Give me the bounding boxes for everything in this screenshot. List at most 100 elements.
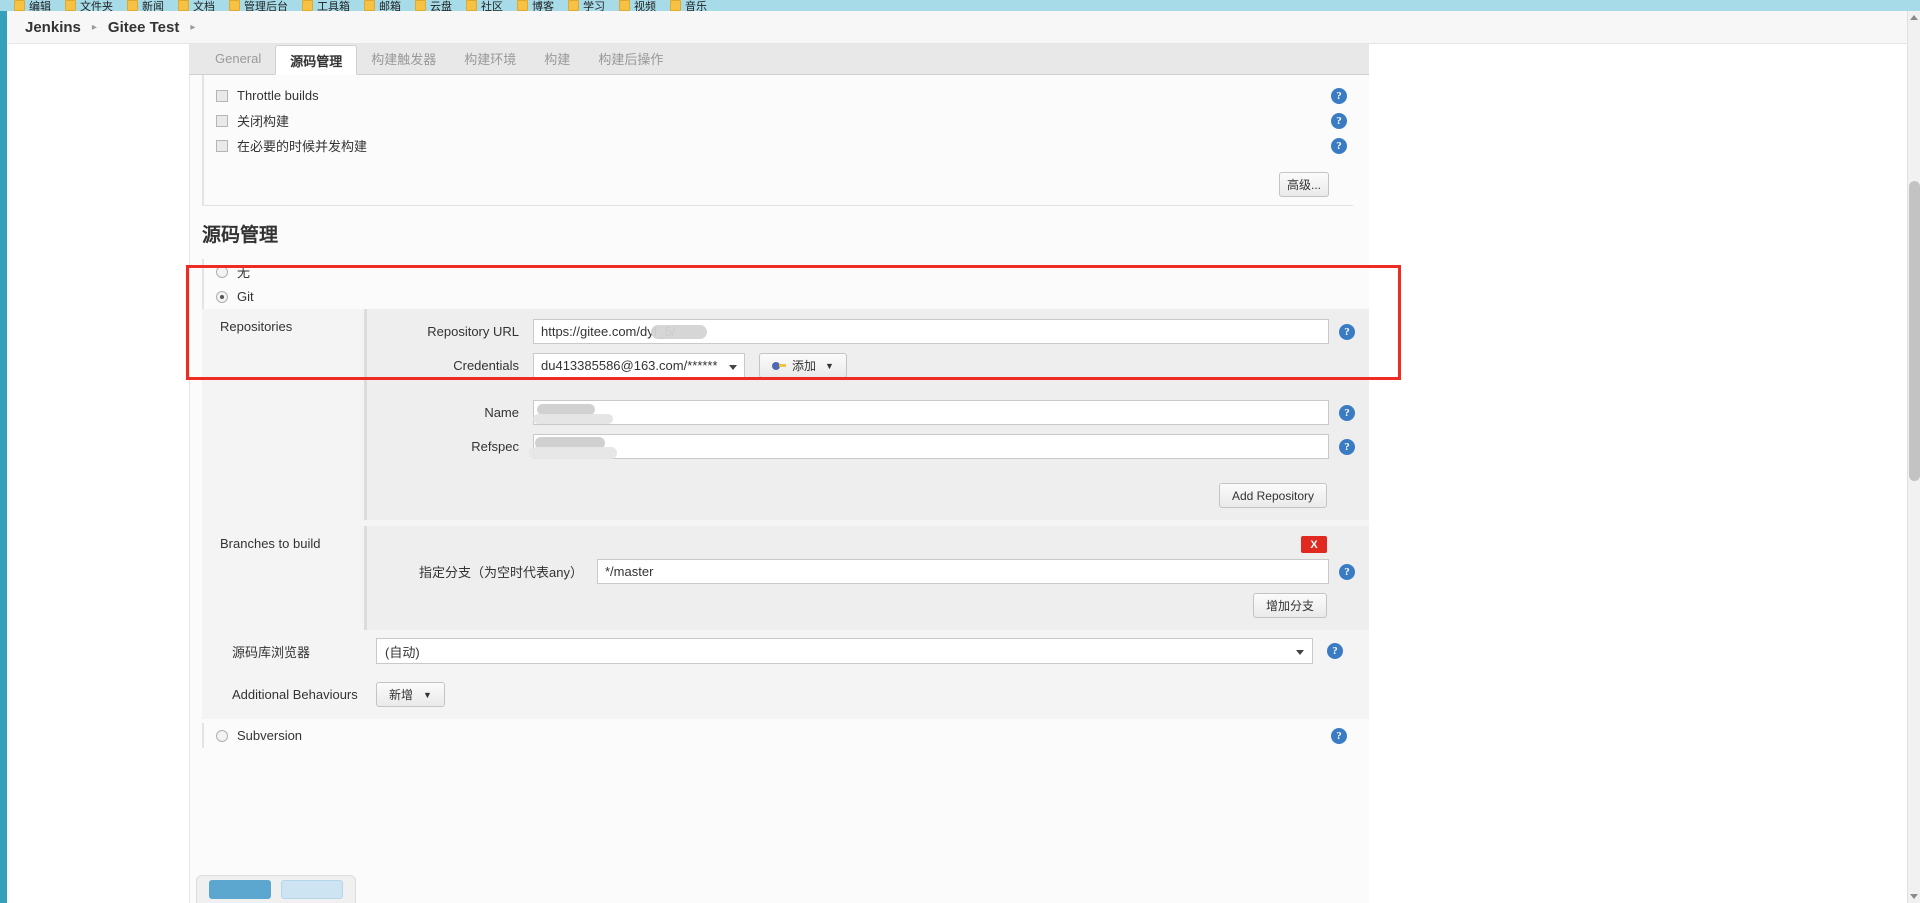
add-repository-button[interactable]: Add Repository — [1218, 483, 1327, 508]
radio-row-subversion[interactable]: Subversion ? — [204, 723, 1369, 748]
tab-source-code-management[interactable]: 源码管理 — [275, 45, 358, 75]
name-row: Name ? — [381, 400, 1355, 425]
scm-subversion-radio[interactable] — [216, 729, 228, 742]
branch-specifier-input[interactable] — [597, 559, 1329, 584]
concurrent-build-checkbox[interactable] — [216, 139, 228, 152]
scm-subversion-group: Subversion ? — [202, 723, 1369, 748]
scm-subversion-label: Subversion — [237, 728, 303, 743]
disable-build-checkbox[interactable] — [216, 114, 228, 127]
breadcrumb-item-gitee-test[interactable]: Gitee Test — [108, 19, 179, 36]
bookmark-item[interactable]: 学习 — [568, 0, 605, 11]
bookmark-item[interactable]: 邮箱 — [364, 0, 401, 11]
scrollbar-thumb[interactable] — [1909, 181, 1920, 481]
favicon-icon — [127, 0, 138, 11]
help-icon[interactable]: ? — [1339, 438, 1355, 455]
credentials-select[interactable]: du413385586@163.com/****** — [533, 353, 745, 378]
help-icon[interactable]: ? — [1331, 727, 1347, 744]
scroll-down-arrow-icon[interactable] — [1910, 894, 1918, 899]
help-icon[interactable]: ? — [1339, 323, 1355, 340]
scm-radio-group: 无 Git — [202, 259, 1369, 309]
bookmark-label: 云盘 — [430, 0, 452, 12]
checkbox-row-concurrent-build[interactable]: 在必要的时候并发构建 ? — [204, 133, 1369, 158]
favicon-icon — [14, 0, 25, 11]
branches-to-build-row: Branches to build X 指定分支（为空时代表any） ? 增加分… — [202, 526, 1369, 630]
scroll-up-arrow-icon[interactable] — [1910, 15, 1918, 20]
bookmark-label: 邮箱 — [379, 0, 401, 12]
help-icon[interactable]: ? — [1331, 112, 1347, 129]
delete-branch-button[interactable]: X — [1301, 536, 1327, 553]
advanced-button[interactable]: 高级... — [1279, 172, 1329, 197]
repository-browser-select[interactable]: (自动) — [376, 638, 1313, 664]
branch-specifier-row: 指定分支（为空时代表any） ? — [381, 559, 1355, 584]
bookmark-label: 博客 — [532, 0, 554, 12]
repository-url-input[interactable] — [533, 319, 1329, 344]
branches-to-build-title: Branches to build — [220, 536, 321, 551]
repository-url-row: Repository URL ? — [381, 319, 1355, 344]
throttle-builds-checkbox[interactable] — [216, 89, 228, 102]
favicon-icon — [619, 0, 630, 11]
page-scrollbar[interactable] — [1907, 11, 1920, 903]
scm-git-label: Git — [237, 289, 254, 304]
right-gutter — [1882, 44, 1907, 903]
bookmark-item[interactable]: 文档 — [178, 0, 215, 11]
scm-none-radio[interactable] — [216, 265, 228, 278]
tab-post-build-actions[interactable]: 构建后操作 — [584, 43, 677, 74]
bookmark-label: 音乐 — [685, 0, 707, 12]
add-behaviour-button[interactable]: 新增 ▼ — [376, 682, 445, 707]
tab-build-triggers[interactable]: 构建触发器 — [357, 43, 450, 74]
bookmark-label: 工具箱 — [317, 0, 350, 12]
refspec-label: Refspec — [471, 439, 519, 454]
bookmark-label: 文档 — [193, 0, 215, 12]
checkbox-row-throttle-builds[interactable]: Throttle builds ? — [204, 83, 1369, 108]
browser-left-edge — [0, 11, 7, 903]
repository-browser-title: 源码库浏览器 — [232, 644, 311, 660]
page-title: 源码管理 — [202, 225, 279, 246]
bookmark-label: 文件夹 — [80, 0, 113, 12]
radio-row-git[interactable]: Git — [204, 284, 1369, 309]
scm-none-label: 无 — [237, 265, 251, 280]
help-icon[interactable]: ? — [1339, 563, 1355, 580]
bookmark-item[interactable]: 博客 — [517, 0, 554, 11]
save-button[interactable] — [209, 880, 271, 899]
help-icon[interactable]: ? — [1339, 404, 1355, 421]
refspec-row: Refspec ? — [381, 434, 1355, 459]
sidebar — [7, 44, 189, 903]
favicon-icon — [466, 0, 477, 11]
add-branch-button[interactable]: 增加分支 — [1252, 593, 1327, 618]
add-behaviour-label: 新增 — [389, 688, 414, 702]
breadcrumb-item-jenkins[interactable]: Jenkins — [25, 19, 81, 36]
tab-build[interactable]: 构建 — [530, 43, 584, 74]
refspec-input[interactable] — [533, 434, 1329, 459]
bookmark-item[interactable]: 工具箱 — [302, 0, 350, 11]
bookmark-item[interactable]: 新闻 — [127, 0, 164, 11]
bookmark-item[interactable]: 管理后台 — [229, 0, 288, 11]
breadcrumb-separator-icon: ▸ — [91, 21, 97, 33]
repository-browser-row: 源码库浏览器 (自动) ? — [202, 638, 1369, 664]
browser-bookmarks-bar[interactable]: 编辑 文件夹 新闻 文档 管理后台 工具箱 邮箱 云盘 社区 博客 学习 视频 … — [0, 0, 1920, 11]
tab-general[interactable]: General — [201, 43, 275, 74]
radio-row-none[interactable]: 无 — [204, 259, 1369, 284]
additional-behaviours-row: Additional Behaviours 新增 ▼ — [202, 682, 1369, 719]
apply-button[interactable] — [281, 880, 343, 899]
concurrent-build-label: 在必要的时候并发构建 — [237, 139, 368, 154]
scm-git-radio[interactable] — [216, 290, 228, 303]
bookmark-label: 社区 — [481, 0, 503, 12]
add-credentials-button[interactable]: 添加 ▼ — [759, 353, 847, 378]
help-icon[interactable]: ? — [1331, 87, 1347, 104]
bookmark-item[interactable]: 编辑 — [14, 0, 51, 11]
bookmark-item[interactable]: 云盘 — [415, 0, 452, 11]
bookmark-item[interactable]: 文件夹 — [65, 0, 113, 11]
help-icon[interactable]: ? — [1331, 137, 1347, 154]
tab-build-environment[interactable]: 构建环境 — [450, 43, 530, 74]
branch-specifier-label: 指定分支（为空时代表any） — [419, 565, 583, 580]
repositories-title: Repositories — [220, 319, 293, 334]
bookmark-item[interactable]: 视频 — [619, 0, 656, 11]
checkbox-row-disable-build[interactable]: 关闭构建 ? — [204, 108, 1369, 133]
throttle-builds-label: Throttle builds — [237, 88, 319, 103]
bookmark-item[interactable]: 社区 — [466, 0, 503, 11]
repositories-body: Repository URL ? Credentials du413385586… — [364, 309, 1369, 520]
bookmark-item[interactable]: 音乐 — [670, 0, 707, 11]
job-config-area: General 源码管理 构建触发器 构建环境 构建 构建后操作 Throttl… — [189, 44, 1369, 903]
help-icon[interactable]: ? — [1327, 643, 1343, 659]
repository-name-input[interactable] — [533, 400, 1329, 425]
